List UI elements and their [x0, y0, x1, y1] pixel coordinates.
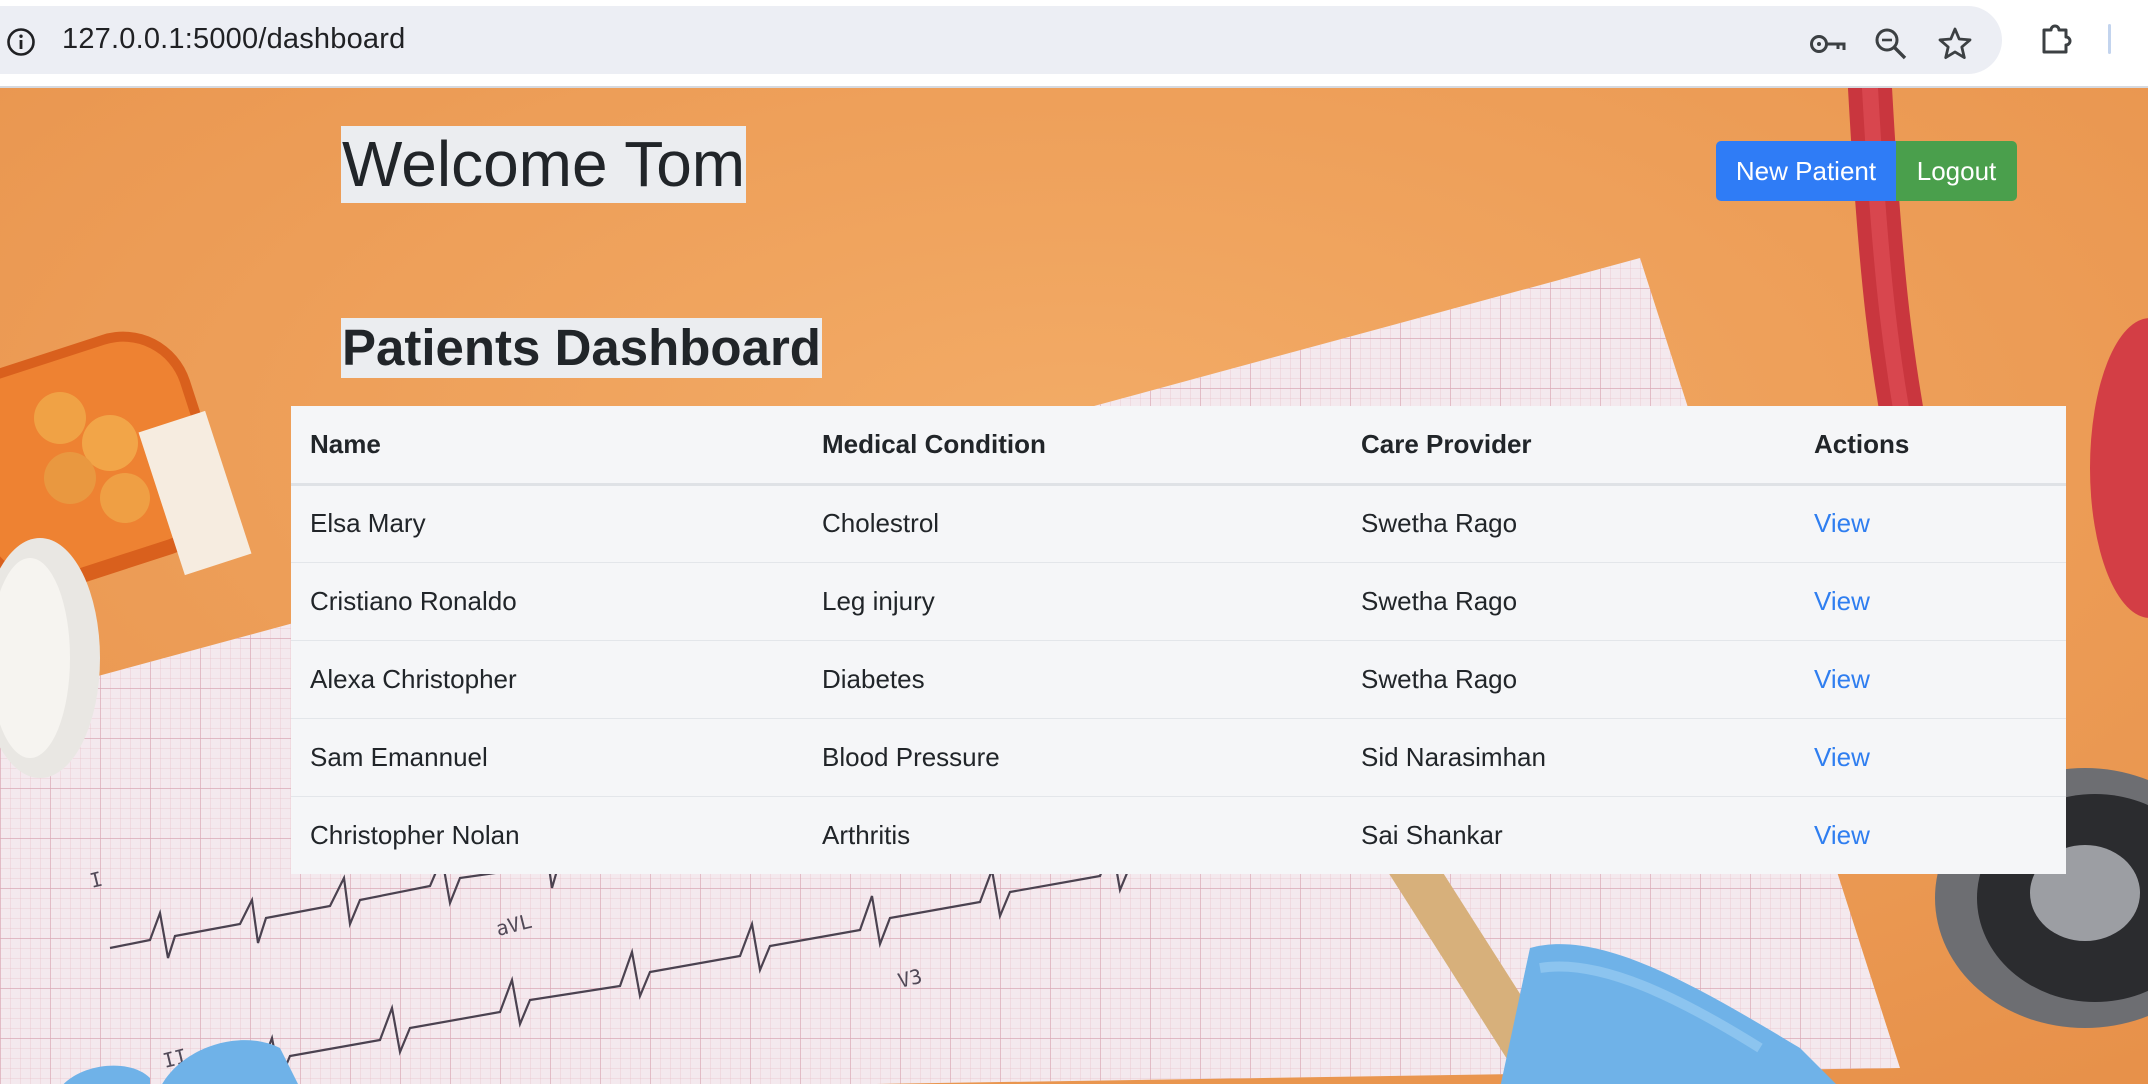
care-provider: Swetha Rago: [1342, 484, 1795, 563]
actions-cell: View: [1795, 562, 2066, 641]
browser-toolbar: 127.0.0.1:5000/dashboard: [0, 0, 2148, 88]
column-header-actions: Actions: [1795, 406, 2066, 486]
patients-table: Name Medical Condition Care Provider Act…: [291, 406, 2066, 874]
table-row: Christopher Nolan Arthritis Sai Shankar …: [291, 796, 2066, 874]
actions-cell: View: [1795, 484, 2066, 563]
new-patient-button[interactable]: New Patient: [1716, 141, 1896, 201]
zoom-icon[interactable]: [1873, 26, 1909, 67]
actions-cell: View: [1795, 796, 2066, 874]
page-title: Patients Dashboard: [341, 318, 822, 378]
view-link[interactable]: View: [1814, 664, 1870, 694]
key-icon[interactable]: [1808, 26, 1848, 67]
medical-condition: Diabetes: [803, 640, 1342, 719]
welcome-heading: Welcome Tom: [341, 126, 747, 203]
table-row: Cristiano Ronaldo Leg injury Swetha Rago…: [291, 562, 2066, 641]
actions-cell: View: [1795, 718, 2066, 797]
patient-name: Elsa Mary: [291, 484, 803, 563]
medical-condition: Blood Pressure: [803, 718, 1342, 797]
table-row: Elsa Mary Cholestrol Swetha Rago View: [291, 484, 2066, 563]
view-link[interactable]: View: [1814, 742, 1870, 772]
logout-button[interactable]: Logout: [1896, 141, 2017, 201]
medical-condition: Leg injury: [803, 562, 1342, 641]
info-icon[interactable]: [6, 27, 36, 62]
care-provider: Swetha Rago: [1342, 640, 1795, 719]
url-text[interactable]: 127.0.0.1:5000/dashboard: [62, 23, 405, 56]
view-link[interactable]: View: [1814, 586, 1870, 616]
column-header-provider: Care Provider: [1342, 406, 1795, 486]
table-row: Alexa Christopher Diabetes Swetha Rago V…: [291, 640, 2066, 719]
view-link[interactable]: View: [1814, 508, 1870, 538]
view-link[interactable]: View: [1814, 820, 1870, 850]
bookmark-star-icon[interactable]: [1937, 26, 1973, 67]
medical-condition: Arthritis: [822, 819, 911, 850]
column-header-name: Name: [291, 406, 803, 486]
address-bar[interactable]: 127.0.0.1:5000/dashboard: [0, 6, 2002, 74]
table-row: Sam Emannuel Blood Pressure Sid Narasimh…: [291, 718, 2066, 797]
patient-name: Sam Emannuel: [291, 718, 803, 797]
patient-name: Cristiano Ronaldo: [291, 562, 803, 641]
column-header-condition: Medical Condition: [803, 406, 1342, 486]
care-provider: Sai Shankar: [1361, 819, 1503, 850]
patient-name: Christopher Nolan: [310, 819, 520, 850]
table-header-row: Name Medical Condition Care Provider Act…: [291, 406, 2066, 486]
toolbar-divider: [2108, 24, 2111, 54]
dashboard-page: I aVL V3 II Welcome Tom New Patient Logo…: [0, 88, 2148, 1084]
patient-name: Alexa Christopher: [291, 640, 803, 719]
medical-condition: Cholestrol: [803, 484, 1342, 563]
care-provider: Sid Narasimhan: [1342, 718, 1795, 797]
care-provider: Swetha Rago: [1342, 562, 1795, 641]
extensions-puzzle-icon[interactable]: [2038, 18, 2078, 63]
actions-cell: View: [1795, 640, 2066, 719]
